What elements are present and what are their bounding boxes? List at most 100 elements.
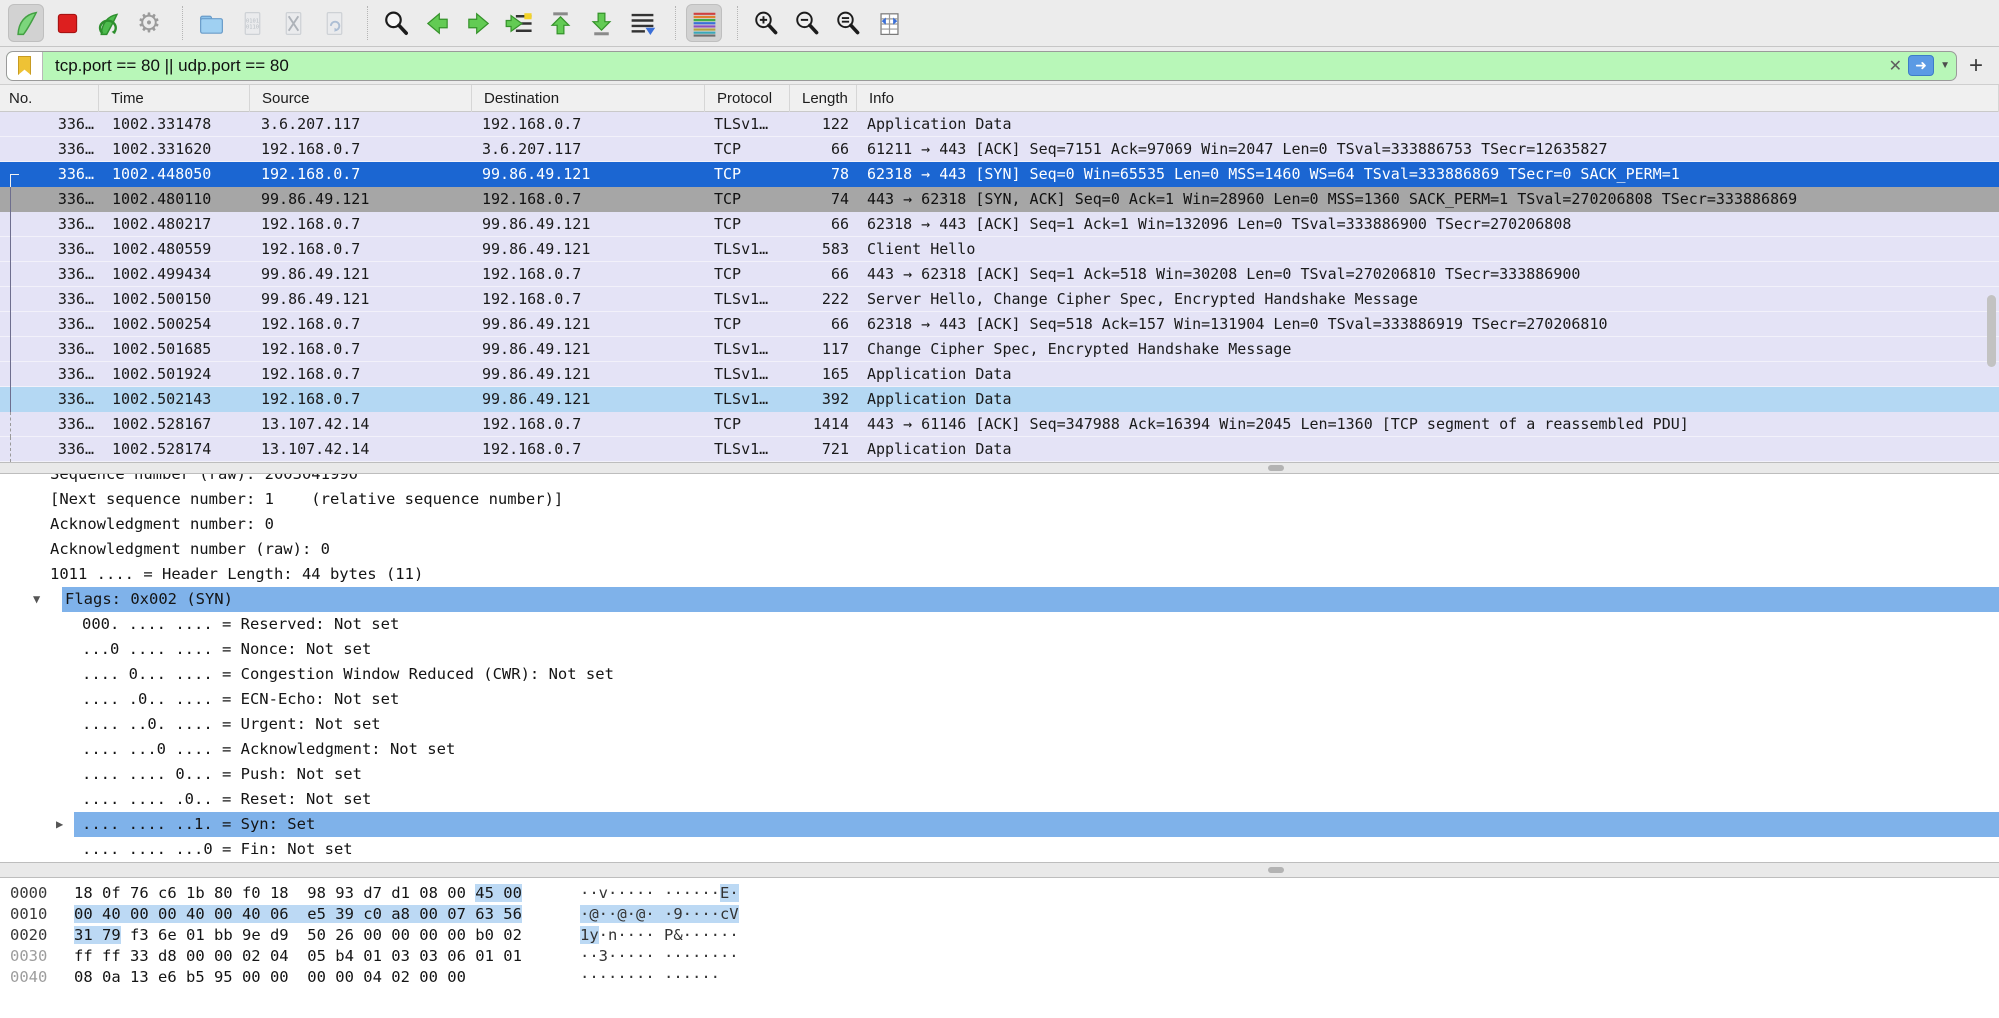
conversation-line-mark: [10, 337, 11, 362]
go-last-packet-icon[interactable]: [583, 4, 619, 42]
detail-line[interactable]: 1011 .... = Header Length: 44 bytes (11): [0, 562, 1999, 587]
expander-right-icon[interactable]: ▶: [56, 812, 63, 837]
conversation-start-mark: [10, 174, 19, 187]
packet-row[interactable]: 336…1002.50015099.86.49.121192.168.0.7TL…: [0, 287, 1999, 312]
conversation-line-mark: [10, 312, 11, 337]
column-header-protocol[interactable]: Protocol: [705, 85, 790, 112]
splitter-grip-icon[interactable]: [1268, 867, 1284, 873]
stop-capture-icon[interactable]: [49, 4, 85, 42]
packet-list-scrollbar[interactable]: [1987, 295, 1996, 367]
packet-row[interactable]: 336…1002.500254192.168.0.799.86.49.121TC…: [0, 312, 1999, 337]
hex-row[interactable]: 0040 08 0a 13 e6 b5 95 00 00 00 00 04 02…: [0, 967, 1999, 988]
packet-list: 336…1002.3314783.6.207.117192.168.0.7TLS…: [0, 112, 1999, 462]
filter-add-button[interactable]: +: [1969, 54, 1983, 78]
packet-row[interactable]: 336…1002.48011099.86.49.121192.168.0.7TC…: [0, 187, 1999, 212]
go-to-packet-icon[interactable]: [501, 4, 537, 42]
hex-row[interactable]: 0030 ff ff 33 d8 00 00 02 04 05 b4 01 03…: [0, 946, 1999, 967]
packet-row[interactable]: 336…1002.480559192.168.0.799.86.49.121TL…: [0, 237, 1999, 262]
toolbar-separator: [182, 6, 183, 40]
list-details-splitter[interactable]: [0, 462, 1999, 474]
packet-row[interactable]: 336…1002.3314783.6.207.117192.168.0.7TLS…: [0, 112, 1999, 137]
detail-line[interactable]: ...0 .... .... = Nonce: Not set: [0, 637, 1999, 662]
close-file-icon[interactable]: [275, 4, 311, 42]
detail-line[interactable]: 000. .... .... = Reserved: Not set: [0, 612, 1999, 637]
capture-options-icon[interactable]: ⚙: [131, 4, 167, 42]
packet-row[interactable]: 336…1002.501685192.168.0.799.86.49.121TL…: [0, 337, 1999, 362]
colorize-packets-icon[interactable]: [686, 4, 722, 42]
display-filter-input[interactable]: tcp.port == 80 || udp.port == 80 ✕ ➜ ▼: [6, 51, 1957, 81]
main-toolbar: ⚙ 01010110: [0, 0, 1999, 47]
hex-row[interactable]: 0010 00 40 00 00 40 00 40 06 e5 39 c0 a8…: [0, 904, 1999, 925]
conversation-line-mark: [10, 362, 11, 387]
detail-line[interactable]: .... 0... .... = Congestion Window Reduc…: [0, 662, 1999, 687]
toolbar-separator: [675, 6, 676, 40]
toolbar-separator: [367, 6, 368, 40]
detail-line[interactable]: Sequence number (raw): 2003041990: [0, 474, 1999, 487]
bookmark-icon: [18, 56, 31, 75]
detail-line-flags-selected[interactable]: ▼Flags: 0x002 (SYN): [0, 587, 1999, 612]
zoom-in-icon[interactable]: [748, 4, 784, 42]
filter-expression-text[interactable]: tcp.port == 80 || udp.port == 80: [55, 56, 289, 76]
save-file-icon[interactable]: 01010110: [234, 4, 270, 42]
zoom-reset-icon[interactable]: [830, 4, 866, 42]
restart-capture-icon[interactable]: [90, 4, 126, 42]
find-packet-icon[interactable]: [378, 4, 414, 42]
conversation-line-mark: [10, 387, 11, 412]
expander-down-icon[interactable]: ▼: [33, 587, 40, 612]
filter-apply-icon[interactable]: ➜: [1908, 55, 1934, 76]
column-header-no[interactable]: No.: [0, 85, 99, 112]
reload-file-icon[interactable]: [316, 4, 352, 42]
filter-bookmark-button[interactable]: [7, 52, 43, 80]
packet-row[interactable]: 336…1002.502143192.168.0.799.86.49.121TL…: [0, 387, 1999, 412]
auto-scroll-icon[interactable]: [624, 4, 660, 42]
hex-row[interactable]: 0020 31 79 f3 6e 01 bb 9e d9 50 26 00 00…: [0, 925, 1999, 946]
packet-row[interactable]: 336…1002.331620192.168.0.73.6.207.117TCP…: [0, 137, 1999, 162]
column-header-time[interactable]: Time: [99, 85, 250, 112]
packet-bytes-pane: 0000 18 0f 76 c6 1b 80 f0 18 98 93 d7 d1…: [0, 878, 1999, 1018]
zoom-out-icon[interactable]: [789, 4, 825, 42]
column-header-source[interactable]: Source: [250, 85, 472, 112]
conversation-line-mark: [10, 287, 11, 312]
detail-line[interactable]: .... ...0 .... = Acknowledgment: Not set: [0, 737, 1999, 762]
detail-line[interactable]: .... .... .0.. = Reset: Not set: [0, 787, 1999, 812]
column-header-info[interactable]: Info: [857, 85, 1999, 112]
go-first-packet-icon[interactable]: [542, 4, 578, 42]
hex-row[interactable]: 0000 18 0f 76 c6 1b 80 f0 18 98 93 d7 d1…: [0, 883, 1999, 904]
conversation-line-mark: [10, 187, 11, 212]
unrelated-packet-mark: [10, 412, 11, 437]
open-file-icon[interactable]: [193, 4, 229, 42]
filter-clear-icon[interactable]: ✕: [1889, 56, 1902, 76]
filter-toolbar: tcp.port == 80 || udp.port == 80 ✕ ➜ ▼ +: [0, 47, 1999, 85]
packet-row[interactable]: 336…1002.49943499.86.49.121192.168.0.7TC…: [0, 262, 1999, 287]
detail-line[interactable]: .... .... 0... = Push: Not set: [0, 762, 1999, 787]
splitter-grip-icon[interactable]: [1268, 465, 1284, 471]
detail-line[interactable]: Acknowledgment number (raw): 0: [0, 537, 1999, 562]
unrelated-packet-mark: [10, 437, 11, 462]
resize-columns-icon[interactable]: [871, 4, 907, 42]
go-back-icon[interactable]: [419, 4, 455, 42]
gear-icon: ⚙: [137, 10, 161, 37]
detail-line[interactable]: Acknowledgment number: 0: [0, 512, 1999, 537]
detail-line-syn-selected[interactable]: ▶.... .... ..1. = Syn: Set: [0, 812, 1999, 837]
packet-row-selected[interactable]: 336…1002.448050192.168.0.799.86.49.121TC…: [0, 162, 1999, 187]
conversation-line-mark: [10, 212, 11, 237]
packet-row[interactable]: 336…1002.480217192.168.0.799.86.49.121TC…: [0, 212, 1999, 237]
start-capture-icon[interactable]: [8, 4, 44, 42]
packet-list-header: No. Time Source Destination Protocol Len…: [0, 85, 1999, 112]
go-forward-icon[interactable]: [460, 4, 496, 42]
detail-line[interactable]: .... ..0. .... = Urgent: Not set: [0, 712, 1999, 737]
filter-dropdown-caret-icon[interactable]: ▼: [1940, 60, 1950, 71]
conversation-line-mark: [10, 262, 11, 287]
packet-row[interactable]: 336…1002.52817413.107.42.14192.168.0.7TL…: [0, 437, 1999, 462]
packet-row[interactable]: 336…1002.501924192.168.0.799.86.49.121TL…: [0, 362, 1999, 387]
detail-line[interactable]: .... .... ...0 = Fin: Not set: [0, 837, 1999, 862]
details-bytes-splitter[interactable]: [0, 862, 1999, 878]
detail-line[interactable]: [Next sequence number: 1 (relative seque…: [0, 487, 1999, 512]
packet-details-pane: Sequence number (raw): 2003041990 [Next …: [0, 474, 1999, 862]
column-header-length[interactable]: Length: [790, 85, 857, 112]
wireshark-window: ⚙ 01010110: [0, 0, 1999, 1018]
packet-row[interactable]: 336…1002.52816713.107.42.14192.168.0.7TC…: [0, 412, 1999, 437]
detail-line[interactable]: .... .0.. .... = ECN-Echo: Not set: [0, 687, 1999, 712]
column-header-destination[interactable]: Destination: [472, 85, 705, 112]
toolbar-separator: [737, 6, 738, 40]
